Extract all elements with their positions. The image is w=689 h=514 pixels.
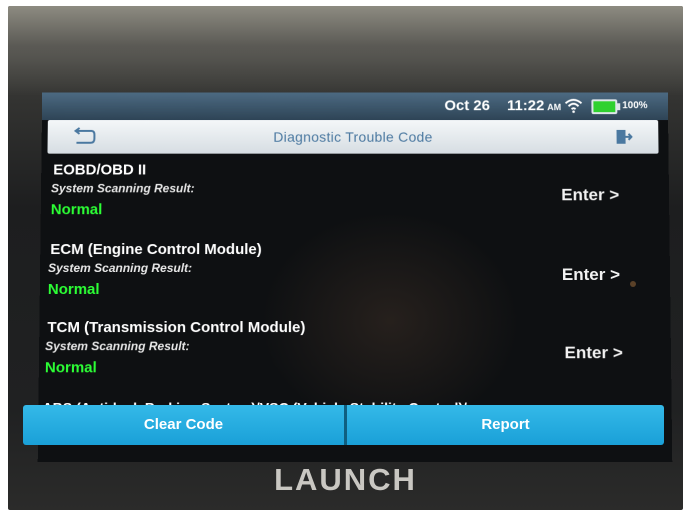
report-button[interactable]: Report [347,405,664,445]
module-subtitle: System Scanning Result: [48,261,192,275]
dust-speck [630,281,636,287]
status-ampm: AM [547,102,561,112]
device-photo: Oct 26 11:22 AM 100% Diagnostic Trouble C… [8,6,683,510]
page-title: Diagnostic Trouble Code [48,129,659,145]
module-tcm: TCM (Transmission Control Module) System… [39,319,672,397]
module-name: EOBD/OBD II [53,162,146,179]
title-bar: Diagnostic Trouble Code [47,120,658,154]
module-result: Normal [51,201,103,218]
bezel-glare [8,6,683,96]
module-ecm: ECM (Engine Control Module) System Scann… [39,241,670,319]
wifi-icon [565,97,583,113]
module-eobd: EOBD/OBD II System Scanning Result: Norm… [40,162,669,239]
status-date: Oct 26 [444,97,490,114]
module-result: Normal [48,281,100,298]
status-time: 11:22 AM [507,97,561,114]
status-clock: 11:22 [507,97,544,114]
status-bar: Oct 26 11:22 AM 100% [42,92,668,120]
battery-icon [591,99,617,114]
enter-button-eobd[interactable]: Enter > [561,185,619,205]
brand-logo: LAUNCH [8,462,683,498]
enter-button-ecm[interactable]: Enter > [562,265,620,285]
module-result: Normal [45,359,97,376]
module-subtitle: System Scanning Result: [51,181,195,195]
module-name: ECM (Engine Control Module) [50,241,262,258]
exit-icon[interactable] [615,128,633,146]
enter-button-tcm[interactable]: Enter > [564,343,622,363]
module-subtitle: System Scanning Result: [45,339,190,353]
battery-percent: 100% [622,100,648,111]
clear-code-button[interactable]: Clear Code [23,405,344,445]
module-name: TCM (Transmission Control Module) [47,319,305,336]
